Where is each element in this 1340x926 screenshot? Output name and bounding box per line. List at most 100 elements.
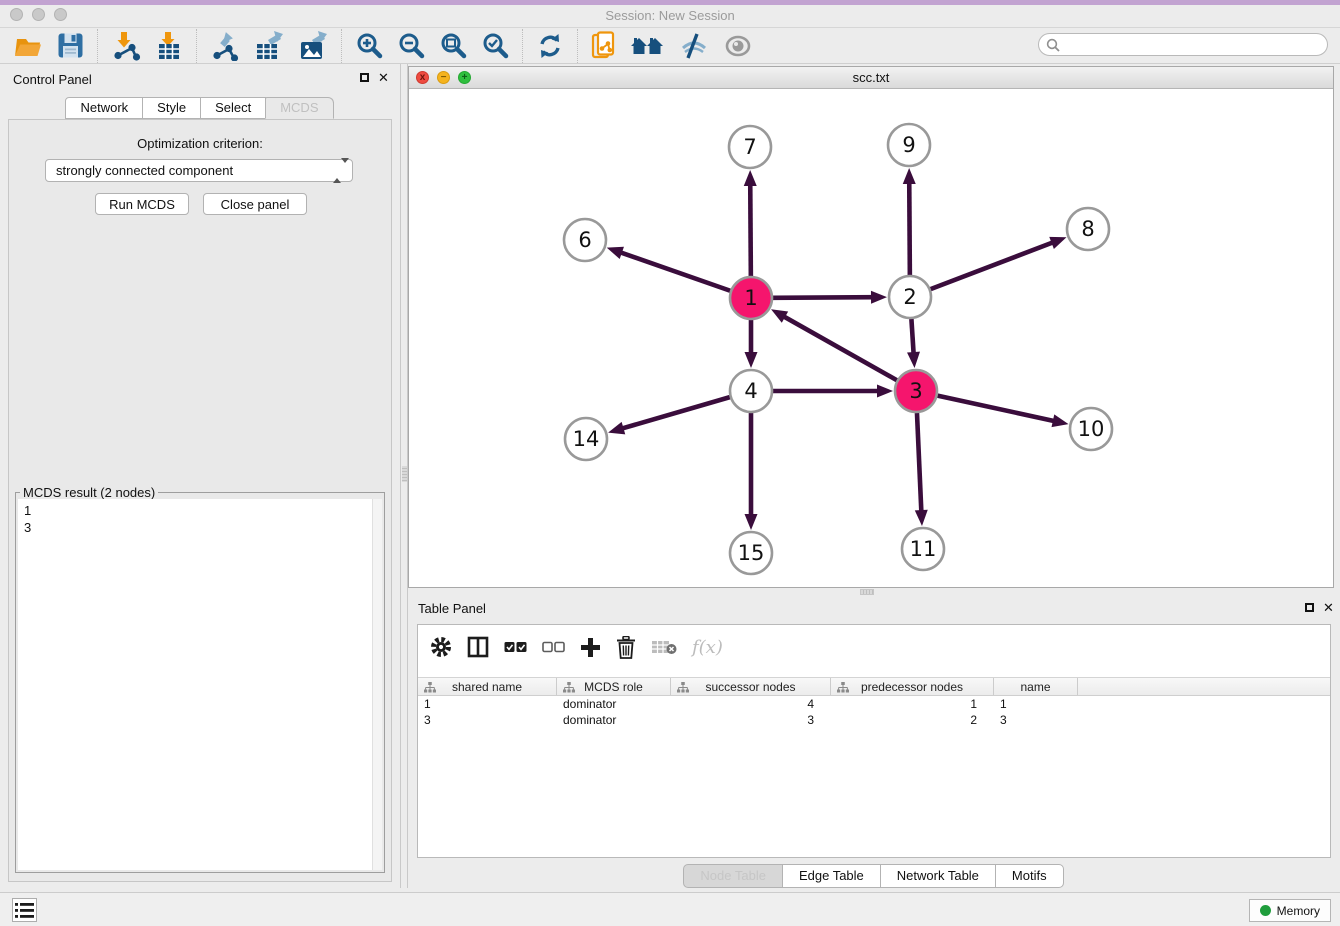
arrowhead-icon	[608, 422, 625, 434]
cell-0-0[interactable]: 1	[418, 696, 557, 712]
import-network-icon[interactable]	[104, 29, 148, 63]
edge-3-10[interactable]	[937, 396, 1056, 422]
edge-2-9[interactable]	[909, 180, 910, 275]
columns-icon[interactable]	[467, 636, 489, 658]
cell-1-3[interactable]: 2	[831, 712, 994, 728]
hierarchy-icon	[563, 682, 575, 693]
zoom-out-icon[interactable]	[390, 29, 432, 63]
open-folder-icon[interactable]	[6, 29, 50, 63]
edge-4-14[interactable]	[620, 397, 730, 429]
node-label-1: 1	[744, 286, 757, 310]
run-mcds-button[interactable]: Run MCDS	[95, 193, 189, 215]
column-header-label: name	[1020, 680, 1050, 694]
zoom-fit-icon[interactable]	[432, 29, 474, 63]
node-label-14: 14	[573, 427, 600, 451]
network-graph[interactable]: 1234678910111415	[409, 89, 1333, 587]
edge-1-2[interactable]	[773, 297, 875, 298]
status-bar: Memory	[0, 892, 1340, 926]
tab-edge-table[interactable]: Edge Table	[782, 864, 881, 888]
node-label-8: 8	[1081, 217, 1094, 241]
cell-0-3[interactable]: 1	[831, 696, 994, 712]
result-scrollbar[interactable]	[372, 499, 382, 870]
search-icon	[1046, 38, 1060, 52]
network-canvas[interactable]: 1234678910111415	[409, 89, 1333, 587]
network-window-titlebar[interactable]: x − + scc.txt	[409, 67, 1333, 89]
import-table-icon[interactable]	[148, 29, 190, 63]
edge-3-11[interactable]	[917, 413, 921, 514]
home-icon[interactable]	[624, 29, 672, 63]
edge-1-7[interactable]	[750, 182, 751, 276]
memory-button[interactable]: Memory	[1249, 899, 1331, 922]
tab-network-table[interactable]: Network Table	[880, 864, 996, 888]
app-title: Session: New Session	[0, 8, 1340, 23]
float-panel-icon[interactable]	[360, 73, 369, 82]
divider-grip[interactable]	[402, 466, 407, 482]
tab-style[interactable]: Style	[142, 97, 201, 119]
arrowhead-icon	[907, 352, 920, 368]
node-table: shared nameMCDS rolesuccessor nodesprede…	[418, 677, 1330, 728]
cell-1-0[interactable]: 3	[418, 712, 557, 728]
deselect-all-icon[interactable]	[542, 640, 565, 654]
tab-mcds[interactable]: MCDS	[265, 97, 333, 119]
main-toolbar	[0, 28, 1340, 64]
select-spinner-icon	[333, 163, 345, 179]
column-header-3[interactable]: predecessor nodes	[831, 678, 994, 695]
search-input[interactable]	[1038, 33, 1328, 56]
arrowhead-icon	[745, 352, 758, 368]
zoom-selected-icon[interactable]	[474, 29, 516, 63]
criterion-select[interactable]: strongly connected component	[45, 159, 353, 182]
cell-0-4[interactable]: 1	[994, 696, 1078, 712]
refresh-icon[interactable]	[529, 29, 571, 63]
trash-icon[interactable]	[616, 636, 636, 659]
divider-grip[interactable]	[860, 589, 874, 595]
tab-network[interactable]: Network	[65, 97, 143, 119]
cell-0-2[interactable]: 4	[671, 696, 831, 712]
select-all-icon[interactable]	[504, 640, 527, 654]
tab-select[interactable]: Select	[200, 97, 266, 119]
toolbar-separator	[97, 29, 98, 63]
column-header-1[interactable]: MCDS role	[557, 678, 671, 695]
table-panel: Table Panel ✕	[408, 596, 1340, 890]
hide-eye-icon[interactable]	[672, 29, 716, 63]
eye-icon[interactable]	[716, 29, 760, 63]
arrowhead-icon	[871, 291, 887, 304]
export-network-icon[interactable]	[203, 29, 247, 63]
memory-label: Memory	[1277, 904, 1320, 918]
cell-0-1[interactable]: dominator	[557, 696, 671, 712]
edge-2-3[interactable]	[911, 319, 913, 356]
horizontal-split-divider[interactable]	[408, 588, 1340, 596]
tab-motifs[interactable]: Motifs	[995, 864, 1064, 888]
close-panel-button[interactable]: Close panel	[203, 193, 307, 215]
table-row-1[interactable]: 3dominator323	[418, 712, 1330, 728]
column-header-0[interactable]: shared name	[418, 678, 557, 695]
vertical-split-divider[interactable]	[400, 64, 408, 888]
export-table-icon[interactable]	[247, 29, 291, 63]
export-image-icon[interactable]	[291, 29, 335, 63]
cell-1-1[interactable]: dominator	[557, 712, 671, 728]
cell-1-2[interactable]: 3	[671, 712, 831, 728]
edge-3-1[interactable]	[781, 315, 896, 380]
control-panel-tabs: NetworkStyleSelectMCDS	[0, 97, 400, 119]
add-icon[interactable]	[580, 637, 601, 658]
mcds-panel: Optimization criterion: strongly connect…	[8, 119, 392, 882]
table-row-0[interactable]: 1dominator411	[418, 696, 1330, 712]
arrowhead-icon	[745, 514, 758, 530]
memory-status-icon	[1260, 905, 1271, 916]
task-history-button[interactable]	[12, 898, 37, 922]
float-panel-icon[interactable]	[1305, 603, 1314, 612]
close-panel-icon[interactable]: ✕	[378, 71, 389, 84]
edge-2-8[interactable]	[931, 241, 1056, 289]
column-header-2[interactable]: successor nodes	[671, 678, 831, 695]
zoom-in-icon[interactable]	[348, 29, 390, 63]
close-panel-icon[interactable]: ✕	[1323, 601, 1334, 614]
save-icon[interactable]	[50, 29, 91, 63]
network-document-icon[interactable]	[584, 29, 624, 63]
control-panel: Control Panel ✕ NetworkStyleSelectMCDS O…	[0, 64, 400, 888]
gear-icon[interactable]	[430, 636, 452, 658]
node-label-7: 7	[743, 135, 756, 159]
column-header-4[interactable]: name	[994, 678, 1078, 695]
cell-1-4[interactable]: 3	[994, 712, 1078, 728]
mcds-result-text[interactable]: 1 3	[18, 499, 372, 870]
edge-1-6[interactable]	[618, 252, 730, 291]
tab-node-table[interactable]: Node Table	[683, 864, 783, 888]
